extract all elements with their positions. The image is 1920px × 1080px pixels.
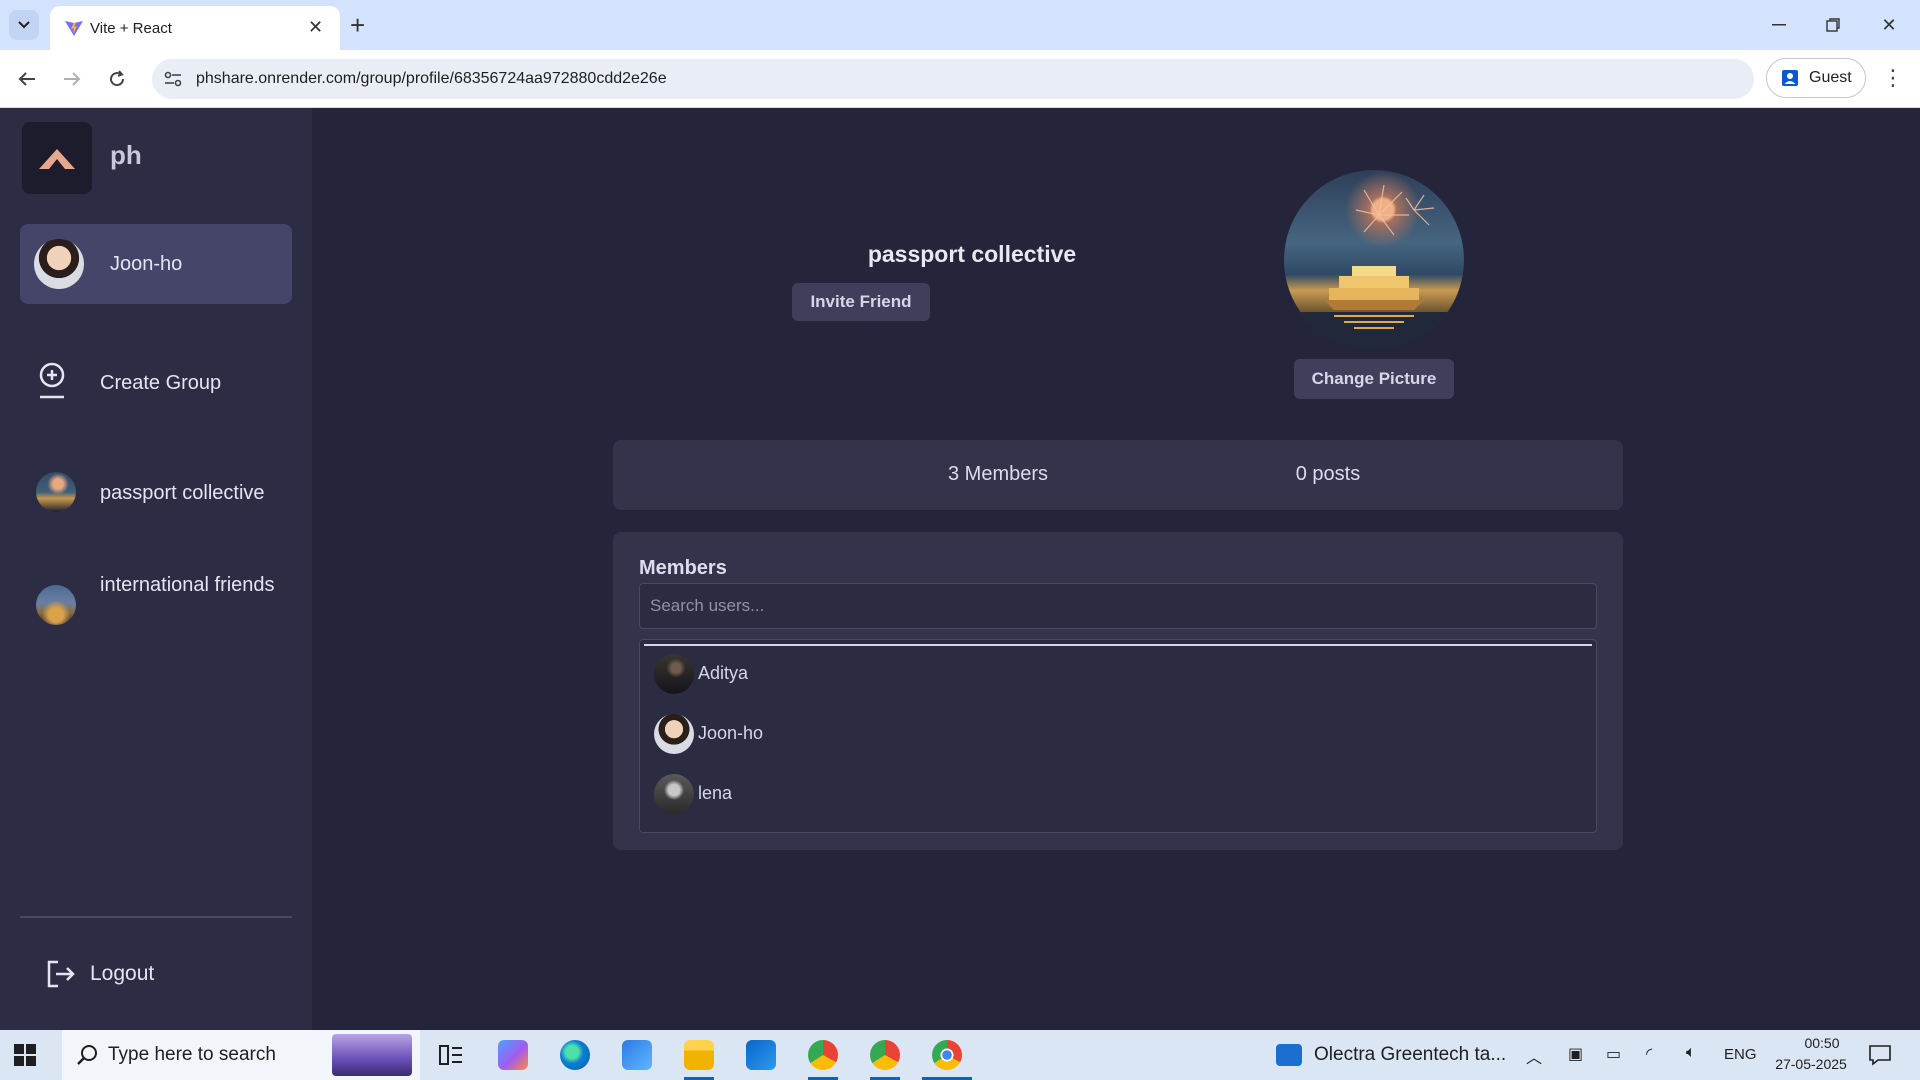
reload-icon[interactable] bbox=[100, 62, 134, 96]
divider bbox=[644, 644, 1592, 646]
volume-icon[interactable]: 🔈︎ bbox=[1686, 1044, 1696, 1062]
list-item[interactable]: lena bbox=[654, 772, 1574, 818]
fireworks-ship-image bbox=[1284, 184, 1464, 350]
search-users-input[interactable] bbox=[639, 583, 1597, 629]
photos-icon[interactable] bbox=[622, 1040, 652, 1070]
taskbar-search-box[interactable]: Type here to search bbox=[62, 1030, 420, 1080]
chrome-profile-icon[interactable] bbox=[808, 1040, 838, 1070]
profile-icon bbox=[1782, 70, 1798, 86]
member-list: Aditya Joon-ho lena bbox=[639, 639, 1597, 833]
close-window-icon[interactable]: ✕ bbox=[1866, 10, 1912, 40]
close-tab-icon[interactable]: ✕ bbox=[308, 17, 323, 37]
taskbar-search-text: Type here to search bbox=[108, 1044, 276, 1065]
restore-icon[interactable] bbox=[1810, 10, 1856, 40]
member-name: Aditya bbox=[698, 663, 749, 683]
browser-tab[interactable]: Vite + React ✕ bbox=[50, 6, 340, 50]
news-icon[interactable] bbox=[1276, 1044, 1302, 1066]
members-card: Members Aditya Joon-ho lena bbox=[613, 532, 1623, 850]
stats-card: 3 Members 0 posts bbox=[613, 440, 1623, 510]
minimize-icon[interactable] bbox=[1756, 10, 1802, 40]
forward-arrow-icon[interactable] bbox=[55, 62, 89, 96]
browser-toolbar: phshare.onrender.com/group/profile/68356… bbox=[0, 50, 1920, 108]
taskbar: Type here to search Olectra Greentech ta… bbox=[0, 1030, 1920, 1080]
tent-logo-icon bbox=[39, 149, 75, 169]
language-indicator[interactable]: ENG bbox=[1724, 1046, 1757, 1063]
task-view-icon[interactable] bbox=[436, 1040, 466, 1070]
halloween-castle-icon bbox=[332, 1034, 412, 1076]
sidebar-item-profile[interactable]: Joon-ho bbox=[20, 224, 292, 304]
tab-title: Vite + React bbox=[90, 20, 172, 37]
profile-button[interactable]: Guest bbox=[1766, 58, 1866, 98]
sidebar-item-group[interactable]: passport collective bbox=[20, 462, 292, 522]
members-count[interactable]: 3 Members bbox=[883, 463, 1113, 486]
meet-icon[interactable]: ▣ bbox=[1568, 1044, 1583, 1064]
search-icon bbox=[77, 1045, 97, 1065]
avatar bbox=[654, 774, 694, 814]
chevron-up-icon[interactable]: ︿ bbox=[1526, 1044, 1542, 1068]
avatar bbox=[654, 654, 694, 694]
group-avatar bbox=[36, 472, 76, 512]
member-name: lena bbox=[698, 783, 733, 803]
invite-friend-button[interactable]: Invite Friend bbox=[792, 283, 930, 321]
app-name: ph bbox=[110, 140, 142, 170]
back-arrow-icon[interactable] bbox=[10, 62, 44, 96]
add-circle-icon bbox=[39, 362, 65, 399]
logout-label: Logout bbox=[90, 962, 155, 985]
more-menu-icon[interactable]: ⋮ bbox=[1878, 63, 1908, 93]
group-avatar bbox=[36, 585, 76, 625]
chrome-icon[interactable] bbox=[932, 1040, 962, 1070]
main-content: passport collective Invite Friend Change… bbox=[312, 108, 1920, 1030]
windows-start-icon[interactable] bbox=[14, 1044, 36, 1066]
profile-label: Guest bbox=[1809, 69, 1852, 86]
logout-icon bbox=[47, 960, 75, 988]
browser-tab-bar: Vite + React ✕ + ✕ bbox=[0, 0, 1920, 50]
url-text: phshare.onrender.com/group/profile/68356… bbox=[196, 70, 667, 87]
copilot-icon[interactable] bbox=[498, 1040, 528, 1070]
chevron-down-icon bbox=[18, 21, 30, 29]
battery-icon[interactable]: ▭ bbox=[1606, 1044, 1621, 1064]
site-info-icon[interactable] bbox=[162, 68, 184, 90]
members-heading: Members bbox=[639, 557, 727, 579]
chrome-profile-icon[interactable] bbox=[870, 1040, 900, 1070]
file-explorer-icon[interactable] bbox=[684, 1040, 714, 1070]
avatar bbox=[654, 714, 694, 754]
logout-button[interactable]: Logout bbox=[20, 948, 292, 998]
sidebar-item-create-group[interactable]: Create Group bbox=[20, 348, 292, 408]
wifi-icon[interactable]: ◜ bbox=[1646, 1044, 1652, 1064]
clock-time[interactable]: 00:50 bbox=[1790, 1035, 1854, 1051]
list-item[interactable]: Aditya bbox=[654, 652, 1574, 698]
page-title: passport collective bbox=[867, 241, 1077, 267]
vite-logo-icon bbox=[65, 21, 83, 36]
posts-count[interactable]: 0 posts bbox=[1213, 463, 1443, 486]
clock-date[interactable]: 27-05-2025 bbox=[1768, 1056, 1854, 1072]
notifications-icon[interactable] bbox=[1868, 1043, 1892, 1067]
avatar bbox=[34, 239, 84, 289]
edge-icon[interactable] bbox=[560, 1040, 590, 1070]
new-tab-icon[interactable]: + bbox=[350, 10, 365, 40]
address-bar[interactable]: phshare.onrender.com/group/profile/68356… bbox=[152, 59, 1754, 99]
list-item[interactable]: Joon-ho bbox=[654, 712, 1574, 758]
outlook-icon[interactable] bbox=[746, 1040, 776, 1070]
group-name: passport collective bbox=[100, 482, 265, 504]
change-picture-button[interactable]: Change Picture bbox=[1294, 359, 1454, 399]
member-name: Joon-ho bbox=[698, 723, 764, 743]
app-logo[interactable] bbox=[22, 122, 92, 194]
divider bbox=[20, 916, 292, 918]
user-name: Joon-ho bbox=[110, 253, 183, 275]
tab-search-button[interactable] bbox=[9, 10, 39, 40]
sidebar: ph Joon-ho Create Group passport collect… bbox=[0, 108, 312, 1030]
create-group-label: Create Group bbox=[100, 372, 222, 394]
group-name: international friends bbox=[100, 574, 275, 596]
news-widget-text[interactable]: Olectra Greentech ta... bbox=[1314, 1044, 1506, 1066]
group-picture bbox=[1284, 170, 1464, 350]
sidebar-item-group[interactable]: international friends bbox=[20, 570, 292, 640]
